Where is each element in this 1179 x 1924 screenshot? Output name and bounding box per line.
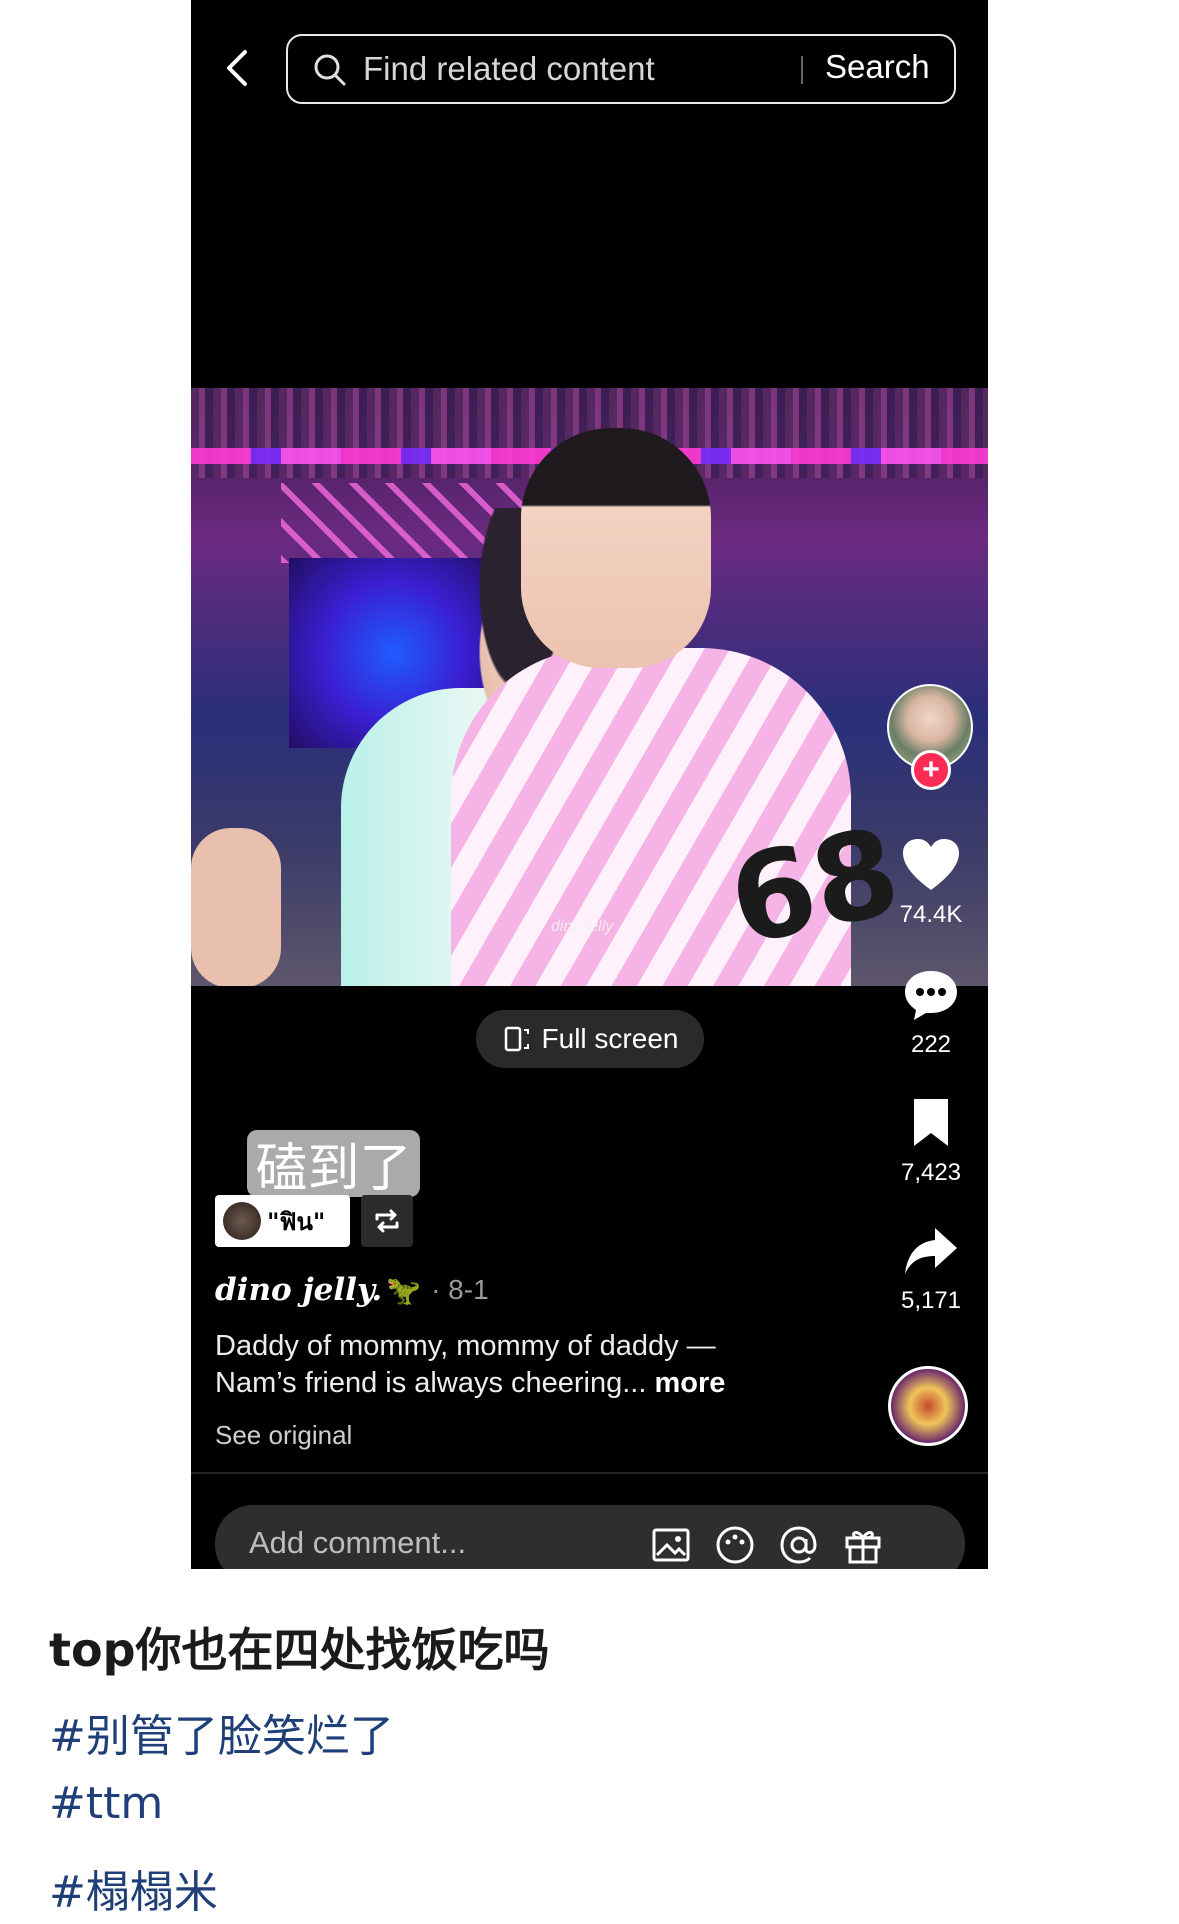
sound-label: "ฟิน" (267, 1207, 326, 1236)
video-watermark: dino jelly (551, 918, 614, 935)
like-button[interactable]: 74.4K (891, 838, 971, 929)
search-button[interactable]: Search (825, 48, 930, 86)
sound-avatar (223, 1202, 261, 1240)
bookmark-icon (914, 1099, 948, 1146)
search-box[interactable]: Find related content Search (286, 34, 956, 104)
more-link[interactable]: more (654, 1367, 725, 1399)
emoji-icon[interactable] (713, 1523, 757, 1567)
post-description: Daddy of mommy, mommy of daddy — Nam’s f… (215, 1328, 775, 1402)
hashtag-link[interactable]: #别管了脸笑烂了 (49, 1700, 394, 1764)
dinosaur-icon: 🦖 (386, 1273, 422, 1307)
bookmark-count: 7,423 (900, 1159, 962, 1186)
share-icon (905, 1228, 957, 1274)
description-line-1: Daddy of mommy, mommy of daddy — (215, 1330, 716, 1362)
comment-button[interactable]: 222 (891, 968, 971, 1059)
back-button[interactable] (215, 44, 259, 92)
search-icon (314, 54, 346, 86)
search-input[interactable]: Find related content (363, 50, 655, 88)
image-icon[interactable] (649, 1523, 693, 1567)
fullscreen-label: Full screen (541, 1023, 679, 1054)
heart-icon (903, 839, 959, 890)
repost-icon (375, 1209, 399, 1233)
search-divider (801, 56, 803, 84)
post-date: · 8-1 (431, 1274, 489, 1305)
author-row: dino jelly. 🦖 · 8-1 (215, 1270, 489, 1310)
description-line-2-wrap: Nam’s friend is always cheering... more (215, 1365, 775, 1402)
sound-tag[interactable]: "ฟิน" (215, 1195, 350, 1247)
description-line-2: Nam’s friend is always cheering... (215, 1367, 647, 1399)
comment-count: 222 (910, 1031, 952, 1058)
author-username[interactable]: dino jelly. (215, 1272, 382, 1308)
fullscreen-icon (504, 1026, 529, 1052)
follow-button[interactable]: + (911, 750, 951, 790)
like-count: 74.4K (899, 901, 963, 928)
hashtag-link[interactable]: #ttm (49, 1778, 163, 1829)
hashtag-link[interactable]: #榻榻米 (49, 1856, 218, 1920)
mention-icon[interactable] (777, 1523, 821, 1567)
share-button[interactable]: 5,171 (891, 1224, 971, 1315)
divider (191, 1472, 988, 1474)
comment-bar[interactable]: Add comment... (215, 1505, 965, 1569)
comment-icon (905, 971, 957, 1020)
caption-sticker: 磕到了 (247, 1130, 420, 1199)
gift-icon[interactable] (841, 1523, 885, 1567)
repost-button[interactable] (361, 1195, 413, 1247)
tiktok-screenshot: Find related content Search 68 dino jell… (191, 0, 988, 1569)
video-player[interactable]: 68 dino jelly (191, 388, 988, 986)
bookmark-button[interactable]: 7,423 (891, 1096, 971, 1187)
video-person-right-head (521, 428, 711, 668)
post-text: top你也在四处找饭吃吗 (49, 1623, 550, 1677)
top-bar: Find related content Search (191, 0, 988, 120)
back-icon (227, 50, 247, 86)
music-disc[interactable] (888, 1366, 968, 1446)
fullscreen-button[interactable]: Full screen (476, 1010, 704, 1068)
see-original-link[interactable]: See original (215, 1420, 352, 1451)
video-hand (191, 828, 281, 986)
comment-input[interactable]: Add comment... (249, 1525, 466, 1561)
share-count: 5,171 (900, 1287, 962, 1314)
